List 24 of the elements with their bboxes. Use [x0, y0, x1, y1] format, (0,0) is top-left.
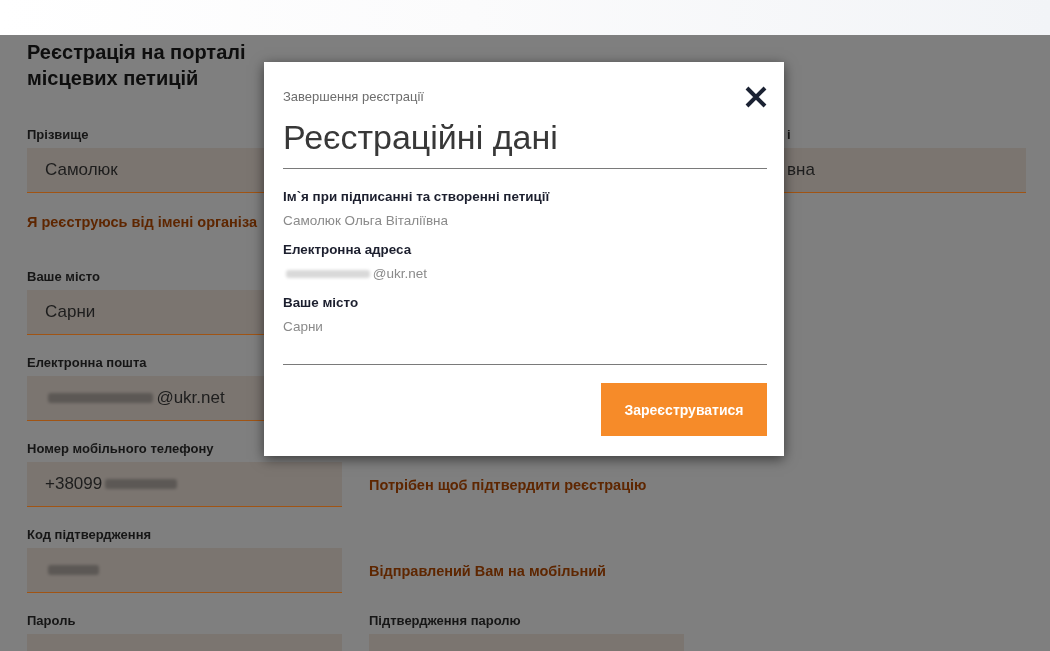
blurred-text-icon — [102, 476, 180, 492]
close-icon[interactable] — [745, 86, 767, 108]
field-label: Номер мобільного телефону — [27, 441, 214, 457]
field-label: і — [787, 127, 791, 143]
hint-text: Потрібен щоб підтвердити реєстрацію — [369, 475, 647, 494]
input-field[interactable]: +38099 — [27, 462, 342, 507]
field-label: Пароль — [27, 613, 76, 629]
blurred-text-icon — [45, 562, 102, 578]
register-button[interactable]: Зареєструватися — [601, 383, 767, 436]
detail-label: Електронна адреса — [283, 242, 412, 258]
page-title: Реєстрація на порталі місцевих петицій — [27, 40, 247, 91]
detail-value: @ukr.net — [372, 266, 427, 282]
detail-value: Самолюк Ольга Віталіївна — [283, 213, 448, 229]
field-label: Прізвище — [27, 127, 89, 143]
hint-text: Відправлений Вам на мобільний — [369, 561, 607, 580]
field-label: Електронна пошта — [27, 355, 147, 371]
organization-link[interactable]: Я реєструюсь від імені організа — [27, 213, 257, 231]
field-label: Ваше місто — [27, 269, 100, 285]
input-field[interactable] — [27, 548, 342, 593]
modal-subtitle: Завершення реєстрації — [283, 89, 424, 105]
field-label: Підтвердження паролю — [369, 613, 521, 629]
blurred-text-icon — [283, 267, 373, 281]
field-label: Код підтвердження — [27, 527, 152, 543]
detail-value: Сарни — [283, 319, 323, 335]
